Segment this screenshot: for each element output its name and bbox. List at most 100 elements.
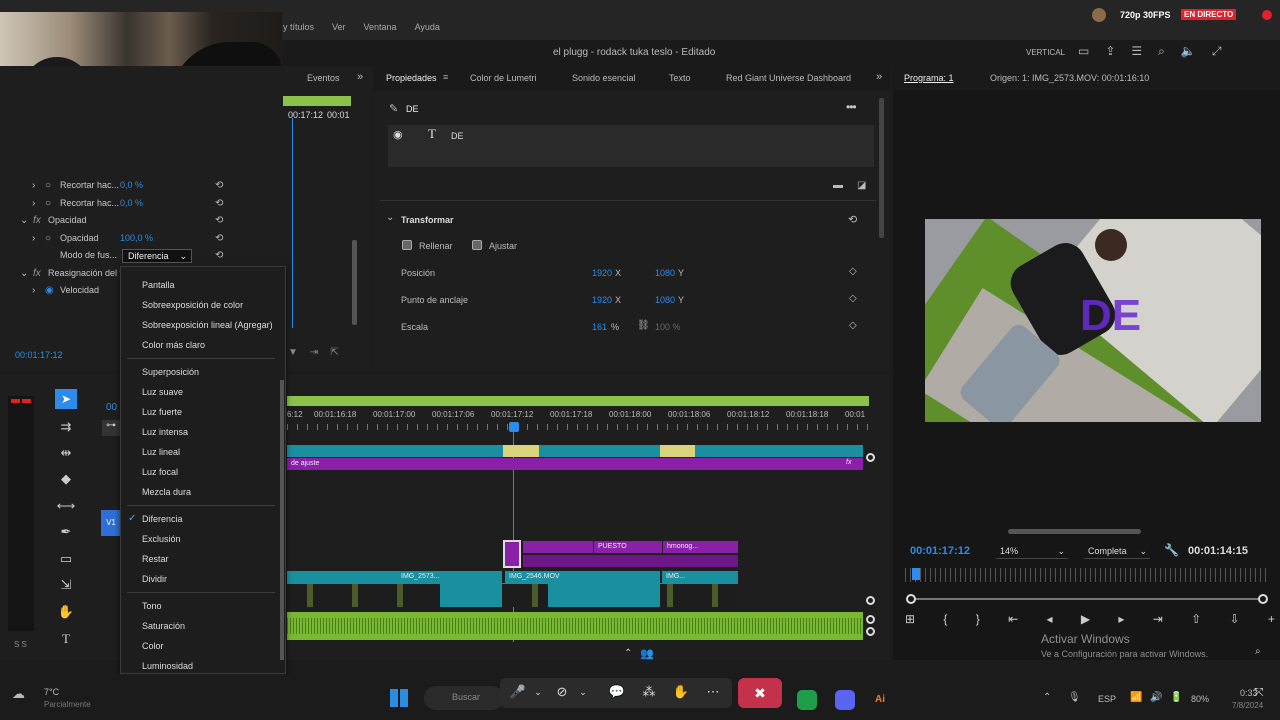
safe-margins-icon[interactable]: ⊞ [905, 612, 915, 628]
puesto-clip[interactable]: PUESTO [594, 541, 662, 553]
fill-icon[interactable] [402, 240, 412, 250]
blend-menu-item[interactable]: Exclusión [121, 529, 285, 549]
reset-icon[interactable]: ⟲ [215, 250, 223, 261]
expand-panel-icon[interactable]: ⌃ [624, 648, 632, 659]
tool-ripple2-icon[interactable]: ⇲ [52, 574, 80, 596]
track-scroll-handle[interactable] [866, 596, 875, 605]
blend-menu-item[interactable]: Tono [121, 596, 285, 616]
program-ruler[interactable] [905, 568, 1267, 582]
track-scroll-handle[interactable] [866, 453, 875, 462]
export-icon[interactable]: ⇪ [1105, 44, 1115, 59]
events-tab[interactable]: Eventos [307, 66, 340, 90]
add-button-icon[interactable]: + [1268, 612, 1275, 628]
stopwatch-icon[interactable]: ○ [45, 180, 51, 191]
blend-menu-item[interactable]: Dividir [121, 569, 285, 589]
menu-titles[interactable]: y títulos [283, 22, 314, 32]
date[interactable]: 7/8/2024 [1232, 701, 1263, 710]
tab-program[interactable]: Programa: 1 [904, 66, 954, 90]
timeline-left-tc[interactable]: 00 [106, 402, 117, 413]
participants-icon[interactable]: ⁂ [634, 678, 664, 706]
img2546-clip[interactable]: IMG_2546.MOV [505, 571, 660, 583]
blend-menu-item[interactable]: Mezcla dura [121, 482, 285, 502]
zoom-dropdown[interactable]: 14% ⌄ [996, 543, 1068, 559]
app-icon-illustrator[interactable]: Ai [870, 690, 890, 710]
program-playhead[interactable] [912, 568, 920, 580]
filter-icon[interactable]: ▼ [288, 347, 298, 358]
chevron-down-icon[interactable]: ⌄ [568, 678, 598, 706]
tab-properties[interactable]: Propiedades [386, 66, 437, 90]
tool-select-icon[interactable]: ➤ [55, 389, 77, 409]
raise-hand-icon[interactable]: ✋ [666, 678, 696, 706]
timeline-playhead-marker[interactable] [509, 422, 519, 432]
track-v1[interactable]: V1 [101, 510, 121, 536]
blend-menu-item[interactable]: Luz suave [121, 382, 285, 402]
img-clip[interactable]: IMG... [662, 571, 738, 583]
reset-icon[interactable]: ⟲ [215, 198, 223, 209]
tool-track-select-icon[interactable]: ⇉ [52, 416, 80, 438]
play-range-icon[interactable]: ⇥ [310, 347, 318, 358]
stopwatch-icon[interactable]: ○ [45, 198, 51, 209]
zoom-bar-handle-left[interactable] [906, 594, 916, 604]
app-icon-discord[interactable] [835, 690, 855, 710]
window-layout-icon[interactable]: ▭ [1078, 44, 1089, 59]
volume-icon[interactable]: 🔊 [1150, 692, 1162, 703]
more-options-icon[interactable]: ⋯ [698, 678, 728, 706]
tab-red-giant[interactable]: Red Giant Universe Dashboard [726, 66, 851, 90]
row-value[interactable]: 0,0 % [120, 198, 143, 208]
blend-menu-item[interactable]: Sobreexposición lineal (Agregar) [121, 315, 285, 335]
program-timecode[interactable]: 00:01:17:12 [910, 545, 970, 557]
mark-in-icon[interactable]: { [943, 612, 947, 628]
teal-clip-1[interactable] [287, 571, 397, 583]
tab-text[interactable]: Texto [669, 66, 691, 90]
tray-chevron-icon[interactable]: ⌃ [1043, 692, 1051, 703]
tool-razor-icon[interactable]: ◆ [52, 468, 80, 490]
purple-clip-1[interactable] [523, 541, 593, 553]
blend-menu-item[interactable]: Luz focal [121, 462, 285, 482]
blend-menu-item[interactable]: Saturación [121, 616, 285, 636]
fill-label[interactable]: Rellenar [419, 241, 453, 251]
tray-mic-icon[interactable]: 🎙 [1068, 692, 1081, 703]
reset-icon[interactable]: ⟲ [215, 215, 223, 226]
tray-language[interactable]: ESP [1098, 694, 1116, 704]
keyframe-icon[interactable]: ◇ [849, 320, 857, 331]
blend-menu-item[interactable]: Luminosidad [121, 656, 285, 676]
mark-out-icon[interactable]: } [976, 612, 980, 628]
app-icon-whatsapp[interactable] [797, 690, 817, 710]
selected-clip[interactable] [503, 540, 521, 568]
blend-menu-item[interactable]: Superposición [121, 362, 285, 382]
reset-icon[interactable]: ⟲ [215, 180, 223, 191]
zoom-icon[interactable]: ⌕ [1255, 646, 1261, 657]
chevron-right-icon[interactable]: › [32, 198, 35, 209]
anchor-x[interactable]: 1920 [592, 295, 612, 305]
mini-scrollbar[interactable] [352, 240, 357, 325]
transform-chevron-icon[interactable]: ⌄ [386, 212, 394, 223]
leave-call-button[interactable]: ✖ [738, 678, 782, 708]
list-icon[interactable]: ☰ [1131, 44, 1142, 59]
panel-overflow-icon[interactable]: » [876, 71, 882, 83]
keyframe-icon[interactable]: ◇ [849, 266, 857, 277]
visibility-icon[interactable]: ◉ [393, 128, 403, 141]
tab-lumetri[interactable]: Color de Lumetri [470, 66, 537, 90]
position-x[interactable]: 1920 [592, 268, 612, 278]
blend-menu-item[interactable]: Restar [121, 549, 285, 569]
stopwatch-icon[interactable]: ○ [45, 233, 51, 244]
stopwatch-icon[interactable]: ◉ [45, 285, 54, 296]
chevron-right-icon[interactable]: › [32, 233, 35, 244]
tool-slip-icon[interactable]: ⟷ [52, 495, 80, 517]
menu-scrollbar[interactable] [280, 380, 284, 660]
search-icon[interactable]: ⌕ [1158, 44, 1165, 59]
track-scroll-handle[interactable] [866, 627, 875, 636]
tab-menu-icon[interactable]: ≡ [443, 72, 448, 82]
screen-share-icon[interactable]: ⤧ [1254, 685, 1264, 700]
adjust-icon[interactable] [472, 240, 482, 250]
adjust-label[interactable]: Ajustar [489, 241, 517, 251]
more-options-icon[interactable]: ••• [846, 100, 857, 114]
props-scrollbar[interactable] [879, 98, 884, 238]
speaker-icon[interactable]: 🔈 [1181, 44, 1196, 59]
tool-rect-icon[interactable]: ▭ [52, 548, 80, 570]
play-icon[interactable]: ▶ [1081, 612, 1090, 628]
row-value[interactable]: 100,0 % [120, 233, 153, 243]
wrench-icon[interactable]: 🔧 [1164, 543, 1179, 557]
link-icon[interactable]: ⛓ [637, 320, 650, 331]
position-y[interactable]: 1080 [655, 268, 675, 278]
